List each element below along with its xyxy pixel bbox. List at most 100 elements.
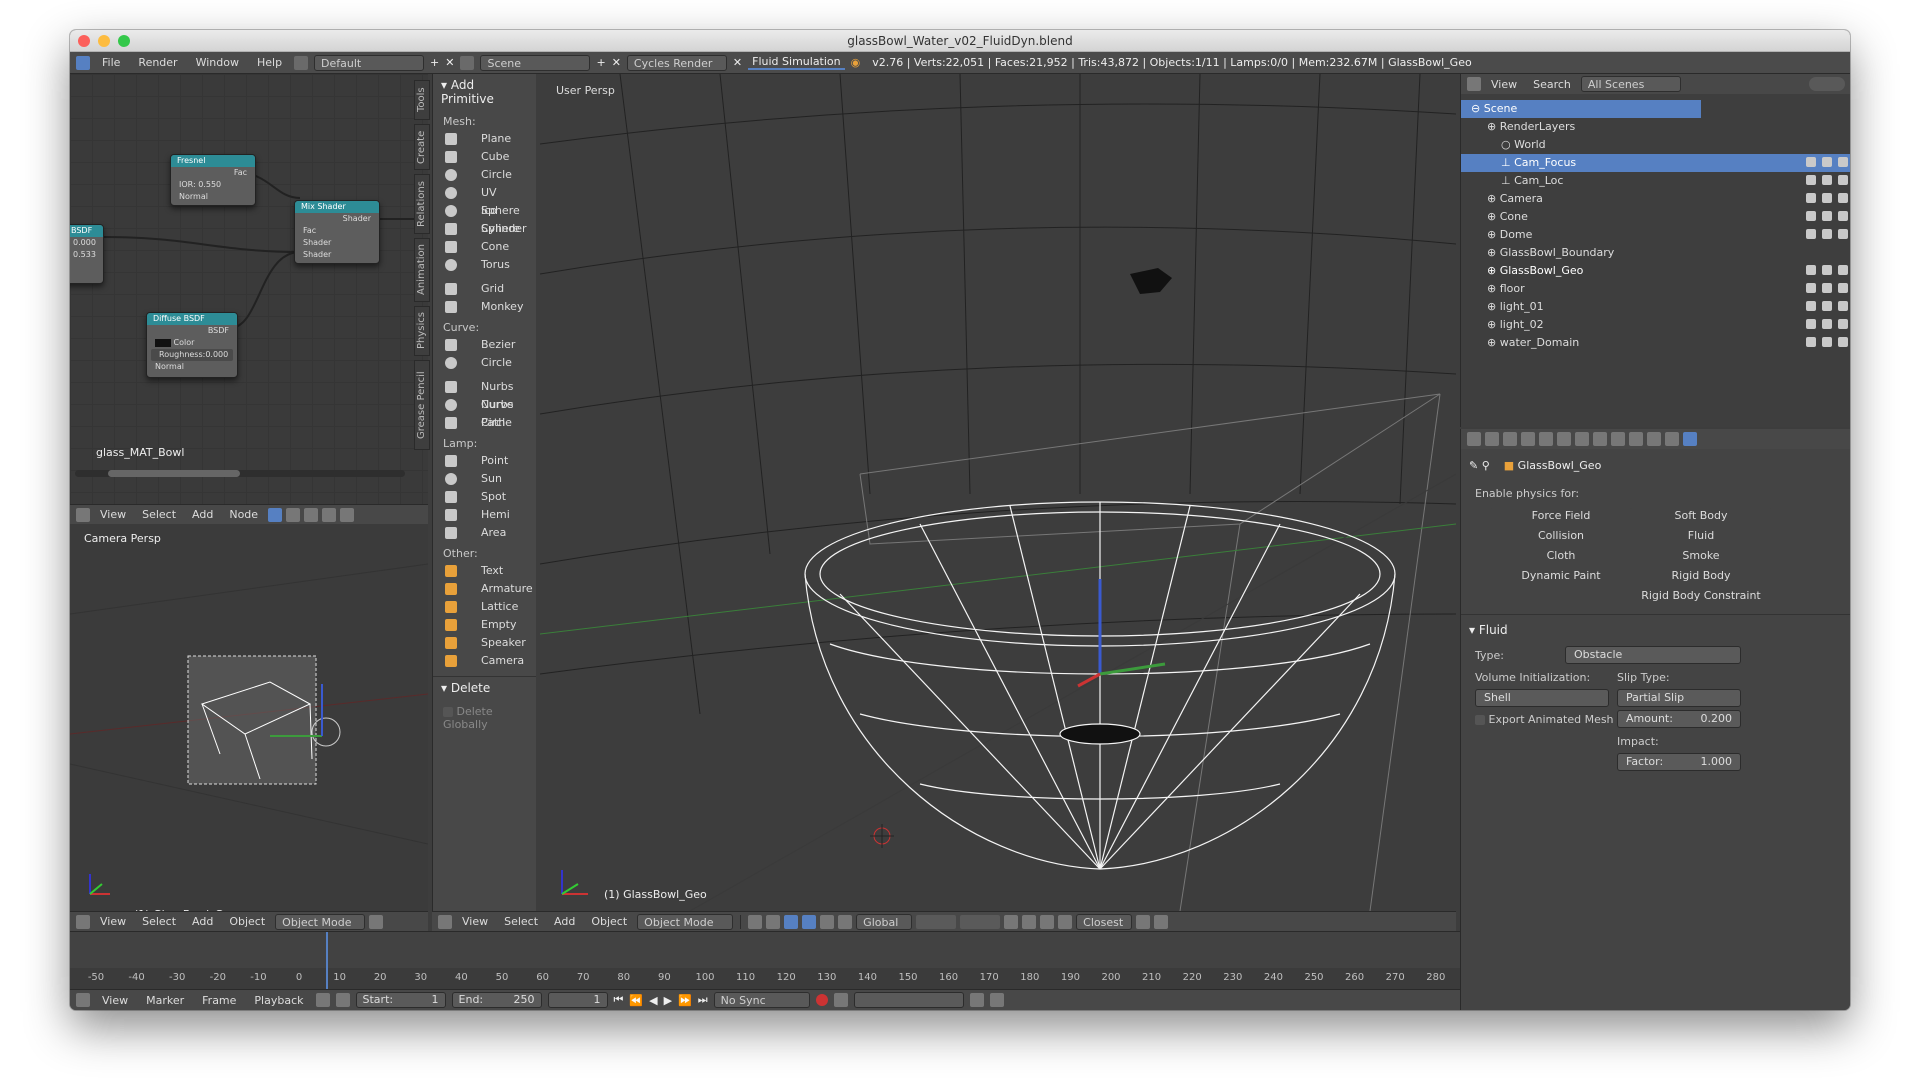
add-circle-button[interactable]: Circle xyxy=(441,166,528,184)
layers-grid-1[interactable] xyxy=(916,914,957,929)
constraints-tab-icon[interactable] xyxy=(1575,432,1589,446)
remove-layout-icon[interactable]: ✕ xyxy=(445,56,454,69)
texture-nodes-icon[interactable] xyxy=(286,507,301,522)
eye-icon[interactable] xyxy=(1806,211,1816,221)
lock-camera-icon[interactable] xyxy=(1004,914,1019,929)
opengl-anim-icon[interactable] xyxy=(1154,914,1169,929)
cam-mode-dropdown[interactable]: Object Mode xyxy=(275,913,366,930)
pivot-point-icon[interactable] xyxy=(766,914,781,929)
cursor-icon[interactable] xyxy=(1822,283,1832,293)
node-scrollbar-thumb[interactable] xyxy=(108,470,240,477)
render-icon[interactable] xyxy=(1838,301,1848,311)
outliner-row-light-02[interactable]: ⊕ light_02 xyxy=(1461,316,1850,334)
diffuse-bsdf-node[interactable]: Diffuse BSDF BSDF Color Roughness:0.000 … xyxy=(146,312,238,378)
outliner-row-glassbowl-boundary[interactable]: ⊕ GlassBowl_Boundary xyxy=(1461,244,1850,262)
render-icon[interactable] xyxy=(1838,175,1848,185)
menu-file[interactable]: File xyxy=(96,56,126,69)
delete-globally-option[interactable]: Delete Globally xyxy=(433,699,536,737)
add-primitive-panel-title[interactable]: ▾ Add Primitive xyxy=(433,74,536,110)
keying-set-icon[interactable] xyxy=(833,993,848,1007)
cancel-job-icon[interactable]: ✕ xyxy=(733,56,742,69)
fluid-panel-title[interactable]: ▾ Fluid xyxy=(1461,619,1516,641)
outliner-row-world[interactable]: ○ World xyxy=(1461,136,1850,154)
shader-nodes-icon[interactable] xyxy=(268,507,283,522)
fluid-type-dropdown[interactable]: Obstacle xyxy=(1565,646,1741,664)
play-icon[interactable]: ▶ xyxy=(664,994,672,1007)
outliner-row-cone[interactable]: ⊕ Cone xyxy=(1461,208,1850,226)
manipulator-icon[interactable] xyxy=(784,914,799,929)
add-curve-circle-button[interactable]: Circle xyxy=(441,354,528,372)
cursor-icon[interactable] xyxy=(1822,211,1832,221)
add-spot-lamp-button[interactable]: Spot xyxy=(441,488,528,506)
record-icon[interactable] xyxy=(815,994,828,1006)
timeline-editor-icon[interactable] xyxy=(76,993,90,1007)
principled-node-partial[interactable]: BSDF 0.000 0.533 xyxy=(70,224,104,284)
tl-menu-playback[interactable]: Playback xyxy=(248,994,309,1007)
cursor-icon[interactable] xyxy=(1822,301,1832,311)
render-engine-dropdown[interactable]: Cycles Render xyxy=(626,54,727,71)
menu-window[interactable]: Window xyxy=(190,56,245,69)
translate-icon[interactable] xyxy=(802,914,817,929)
render-icon[interactable] xyxy=(1838,193,1848,203)
add-armature-button[interactable]: Armature xyxy=(441,580,533,598)
add-cylinder-button[interactable]: Cylinder xyxy=(441,220,528,238)
render-icon[interactable] xyxy=(1838,265,1848,275)
vp-mode-dropdown[interactable]: Object Mode xyxy=(637,913,734,930)
world-tab-icon[interactable] xyxy=(1539,432,1553,446)
outliner-row-water-domain[interactable]: ⊕ water_Domain xyxy=(1461,334,1850,352)
scene-dropdown[interactable]: Scene xyxy=(480,54,591,71)
color-swatch[interactable] xyxy=(155,338,171,347)
current-frame-field[interactable]: 1 xyxy=(547,992,608,1008)
tl-menu-marker[interactable]: Marker xyxy=(140,994,190,1007)
node-editor[interactable]: BSDF 0.000 0.533 Fresnel Fac IOR: 0.550 … xyxy=(70,74,428,504)
tab-grease-pencil[interactable]: Grease Pencil xyxy=(414,360,430,450)
orientation-dropdown[interactable]: Global xyxy=(856,913,913,930)
insert-keyframe-icon[interactable] xyxy=(969,993,984,1007)
cursor-icon[interactable] xyxy=(1822,175,1832,185)
add-bezier-button[interactable]: Bezier xyxy=(441,336,528,354)
view3d-editor-icon[interactable] xyxy=(76,914,90,929)
minimize-window-icon[interactable] xyxy=(98,35,110,47)
outliner-menu-search[interactable]: Search xyxy=(1527,78,1577,91)
tab-physics[interactable]: Physics xyxy=(414,306,430,356)
preview-range-icon[interactable] xyxy=(315,993,330,1007)
add-layout-icon[interactable]: + xyxy=(430,56,439,69)
eye-icon[interactable] xyxy=(1806,283,1816,293)
proportional-edit-icon[interactable] xyxy=(1022,914,1037,929)
add-plane-button[interactable]: Plane xyxy=(441,130,528,148)
tab-relations[interactable]: Relations xyxy=(414,174,430,234)
viewport-shading-icon[interactable] xyxy=(748,914,763,929)
cursor-icon[interactable] xyxy=(1822,157,1832,167)
end-frame-field[interactable]: End: 250 xyxy=(451,992,542,1008)
compositing-nodes-icon[interactable] xyxy=(304,507,319,522)
add-nurbs-curve-button[interactable]: Nurbs Curve xyxy=(441,378,528,411)
add-speaker-button[interactable]: Speaker xyxy=(441,634,528,652)
tl-menu-frame[interactable]: Frame xyxy=(196,994,242,1007)
eye-icon[interactable] xyxy=(1806,265,1816,275)
play-reverse-icon[interactable]: ◀ xyxy=(649,994,657,1007)
current-frame-indicator[interactable] xyxy=(326,932,328,989)
outliner-menu-view[interactable]: View xyxy=(1485,78,1523,91)
scene-icon[interactable] xyxy=(460,55,475,70)
volume-init-dropdown[interactable]: Shell xyxy=(1475,689,1609,707)
sync-mode-dropdown[interactable]: No Sync xyxy=(713,992,810,1008)
add-cone-button[interactable]: Cone xyxy=(441,238,528,256)
object-tab-icon[interactable] xyxy=(1557,432,1571,446)
view3d-editor-icon[interactable] xyxy=(438,914,452,929)
vp-menu-view[interactable]: View xyxy=(456,915,494,928)
outliner-row-renderlayers[interactable]: ⊕ RenderLayers xyxy=(1461,118,1850,136)
cloth-button[interactable]: Cloth xyxy=(1491,547,1631,565)
cursor-icon[interactable] xyxy=(1822,319,1832,329)
scale-icon[interactable] xyxy=(838,914,853,929)
layout-icon[interactable] xyxy=(294,55,309,70)
material-tab-icon[interactable] xyxy=(1629,432,1643,446)
physics-tab-icon[interactable] xyxy=(1683,432,1697,446)
render-icon[interactable] xyxy=(1838,211,1848,221)
viewport-shading-icon[interactable] xyxy=(369,914,384,929)
menu-help[interactable]: Help xyxy=(251,56,288,69)
properties-editor-icon[interactable] xyxy=(1467,432,1481,446)
node-menu-select[interactable]: Select xyxy=(136,508,182,521)
modifiers-tab-icon[interactable] xyxy=(1593,432,1607,446)
add-path-button[interactable]: Path xyxy=(441,414,528,432)
export-animated-mesh-option[interactable]: Export Animated Mesh xyxy=(1475,713,1614,726)
